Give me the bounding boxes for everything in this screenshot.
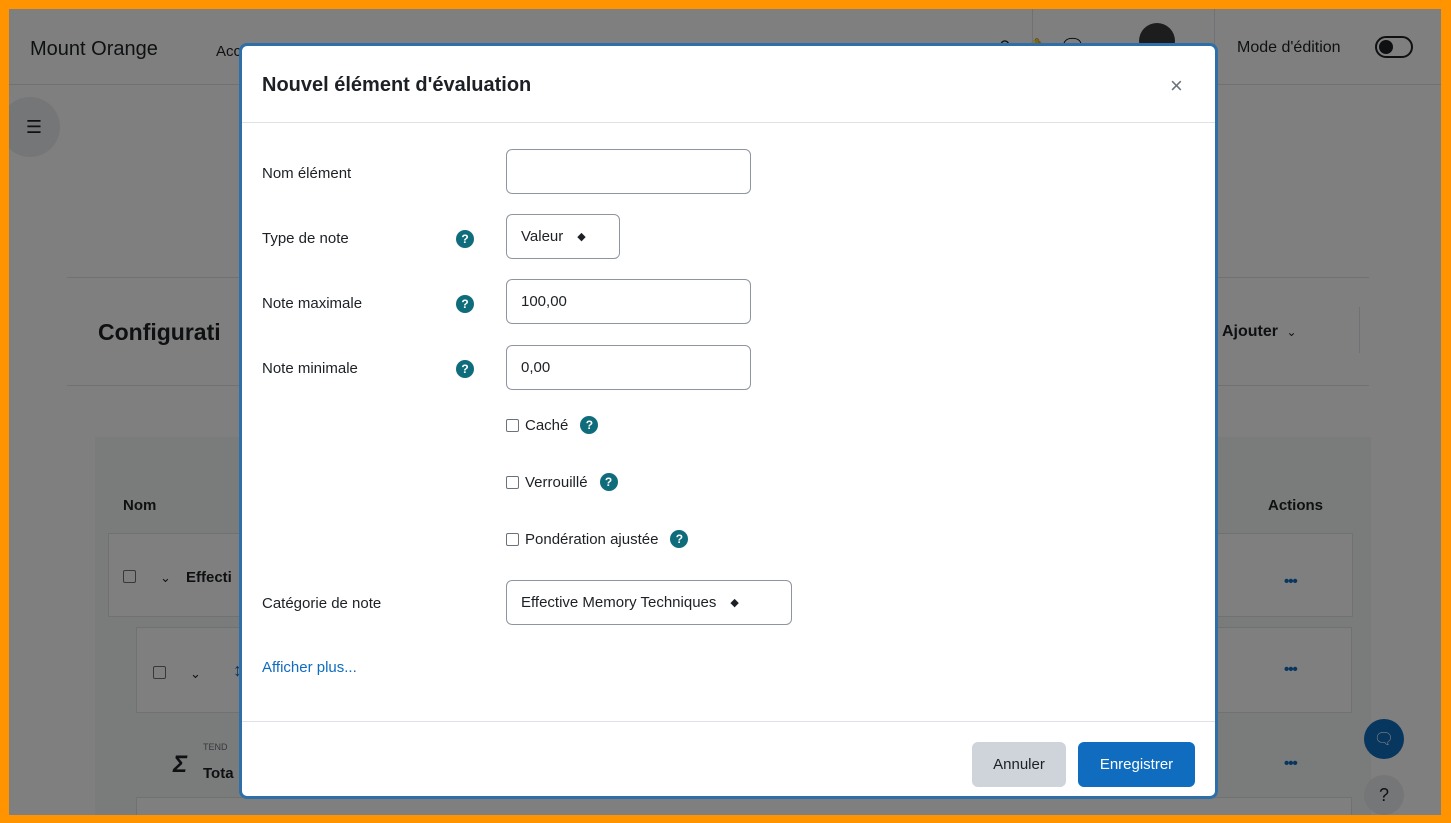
grade-type-select[interactable]: Valeur ◆: [506, 214, 620, 259]
modal-footer: Annuler Enregistrer: [242, 721, 1215, 796]
weight-adjusted-checkbox-row: Pondération ajustée ?: [506, 530, 689, 548]
help-icon[interactable]: ?: [456, 295, 474, 313]
help-icon[interactable]: ?: [456, 230, 474, 248]
locked-checkbox[interactable]: [506, 475, 519, 489]
help-icon[interactable]: ?: [670, 530, 689, 548]
locked-checkbox-label[interactable]: Verrouillé: [525, 474, 588, 491]
help-icon[interactable]: ?: [599, 473, 618, 491]
grade-category-label: Catégorie de note: [262, 595, 382, 612]
select-arrow-icon: ◆: [577, 231, 586, 243]
max-grade-input[interactable]: [506, 279, 751, 324]
grade-category-select[interactable]: Effective Memory Techniques ◆: [506, 580, 792, 625]
locked-checkbox-row: Verrouillé ?: [506, 473, 618, 491]
modal-header: Nouvel élément d'évaluation ×: [242, 46, 1215, 123]
max-grade-label: Note maximale: [262, 295, 363, 312]
close-icon[interactable]: ×: [1170, 75, 1183, 97]
item-name-input[interactable]: [506, 149, 751, 194]
select-arrow-icon: ◆: [730, 597, 739, 609]
page-frame: Mount Orange Acc ⚲ 🔔 💬 Mode d'édition ☰ …: [9, 9, 1441, 815]
save-button[interactable]: Enregistrer: [1078, 742, 1195, 787]
hidden-checkbox-row: Caché ?: [506, 416, 599, 434]
grade-category-value: Effective Memory Techniques: [521, 594, 717, 611]
weight-adjusted-checkbox[interactable]: [506, 532, 519, 546]
hidden-checkbox[interactable]: [506, 418, 519, 432]
min-grade-label: Note minimale: [262, 360, 358, 377]
help-icon[interactable]: ?: [580, 416, 599, 434]
modal-title: Nouvel élément d'évaluation: [262, 74, 532, 96]
grade-type-label: Type de note: [262, 230, 349, 247]
help-icon[interactable]: ?: [456, 360, 474, 378]
show-more-link[interactable]: Afficher plus...: [262, 659, 357, 676]
item-name-label: Nom élément: [262, 165, 352, 182]
min-grade-input[interactable]: [506, 345, 751, 390]
new-grade-item-dialog: Nouvel élément d'évaluation × Nom élémen…: [239, 43, 1218, 799]
cancel-button[interactable]: Annuler: [972, 742, 1066, 787]
grade-type-value: Valeur: [521, 228, 564, 245]
weight-adjusted-checkbox-label[interactable]: Pondération ajustée: [525, 531, 658, 548]
hidden-checkbox-label[interactable]: Caché: [525, 417, 568, 434]
